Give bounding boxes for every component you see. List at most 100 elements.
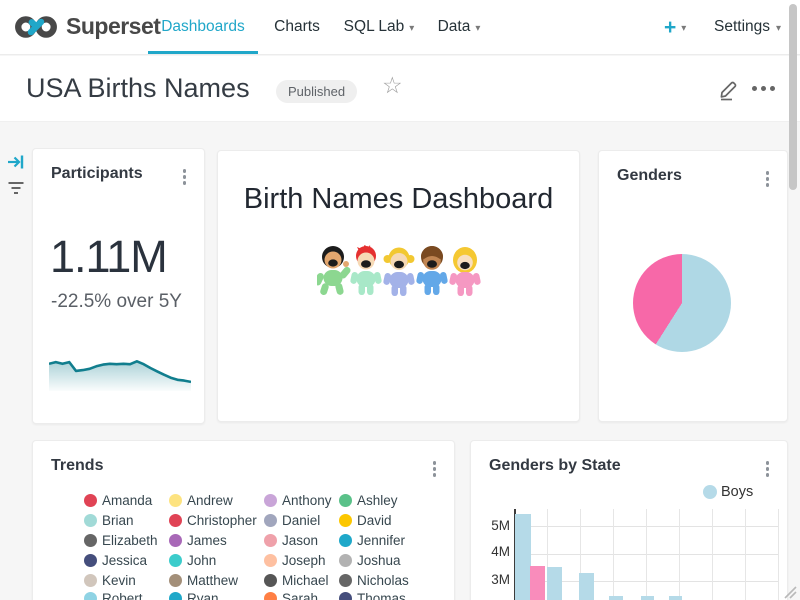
chart-kebab-menu-icon[interactable] (431, 459, 439, 479)
legend-item-elizabeth[interactable]: Elizabeth (84, 533, 158, 548)
legend-label: Brian (102, 513, 134, 528)
dashboard-title: USA Births Names (26, 73, 250, 104)
legend-item-joseph[interactable]: Joseph (264, 553, 326, 568)
legend-item-matthew[interactable]: Matthew (169, 573, 238, 588)
legend-item-brian[interactable]: Brian (84, 513, 134, 528)
gridline (745, 509, 746, 600)
superset-logo-icon (14, 14, 58, 40)
legend-dot (169, 574, 182, 587)
chart-title: Participants (51, 165, 143, 183)
legend-item-daniel[interactable]: Daniel (264, 513, 320, 528)
chart-title: Genders (617, 167, 682, 185)
bar-boys-5[interactable] (641, 596, 654, 600)
legend-item-john[interactable]: John (169, 553, 216, 568)
legend-label: Anthony (282, 493, 332, 508)
nav-tab-data[interactable]: Data ▾ (430, 0, 488, 54)
nav-tab-dashboards[interactable]: Dashboards (148, 0, 258, 54)
bar-boys-2[interactable] (547, 567, 562, 600)
chart-kebab-menu-icon[interactable] (764, 169, 772, 189)
legend-item-ashley[interactable]: Ashley (339, 493, 398, 508)
brand-name: Superset (66, 13, 160, 40)
legend-label: Nicholas (357, 573, 409, 588)
legend-dot (264, 592, 277, 600)
vertical-scrollbar[interactable] (789, 4, 797, 190)
legend-dot (84, 514, 97, 527)
legend-label: Michael (282, 573, 329, 588)
new-item-button[interactable]: + ▾ (664, 0, 686, 54)
nav-tab-charts[interactable]: Charts (264, 0, 330, 54)
legend-item-jason[interactable]: Jason (264, 533, 318, 548)
gridline (646, 509, 647, 600)
legend-dot (703, 485, 717, 499)
legend-item-ryan[interactable]: Ryan (169, 591, 219, 600)
published-badge[interactable]: Published (276, 80, 357, 103)
legend-item-nicholas[interactable]: Nicholas (339, 573, 409, 588)
chart-kebab-menu-icon[interactable] (764, 459, 772, 479)
expand-filter-bar-icon[interactable] (7, 153, 25, 171)
chart-title: Genders by State (489, 457, 621, 475)
bar-boys-4[interactable] (609, 596, 623, 600)
legend-label: Daniel (282, 513, 320, 528)
superset-dashboard-app: Superset Dashboards Charts SQL Lab ▾ Dat… (0, 0, 800, 600)
legend-item-boys[interactable]: Boys (703, 484, 753, 500)
bar-girls-1[interactable] (530, 566, 545, 600)
big-number-value: 1.11M (50, 231, 167, 283)
favorite-star-icon[interactable]: ☆ (382, 73, 403, 99)
legend-dot (84, 534, 97, 547)
legend-item-joshua[interactable]: Joshua (339, 553, 401, 568)
legend-dot (339, 494, 352, 507)
edit-pencil-icon[interactable] (716, 76, 742, 102)
filter-list-icon[interactable] (7, 179, 25, 197)
legend-label: Joseph (282, 553, 326, 568)
nav-tab-sql-lab[interactable]: SQL Lab ▾ (340, 0, 418, 54)
caret-down-icon: ▾ (409, 23, 414, 34)
nav-tab-label: Charts (274, 18, 320, 36)
bar-boys-6[interactable] (669, 596, 682, 600)
legend-label: Christopher (187, 513, 257, 528)
markdown-title: Birth Names Dashboard (218, 183, 579, 216)
y-axis-tick: 4M (479, 544, 510, 559)
trendline-sparkline (49, 345, 191, 396)
legend-item-michael[interactable]: Michael (264, 573, 329, 588)
legend-item-amanda[interactable]: Amanda (84, 493, 152, 508)
bar-boys-3[interactable] (579, 573, 594, 600)
legend-item-thomas[interactable]: Thomas (339, 591, 406, 600)
legend-label: Kevin (102, 573, 136, 588)
resize-handle-icon[interactable] (779, 581, 797, 599)
settings-menu[interactable]: Settings ▾ (714, 0, 781, 54)
legend-item-robert[interactable]: Robert (84, 591, 143, 600)
legend-dot (339, 554, 352, 567)
gridline (712, 509, 713, 600)
legend-dot (339, 592, 352, 600)
header-more-menu-icon[interactable] (752, 86, 775, 91)
legend-dot (84, 574, 97, 587)
legend-dot (339, 534, 352, 547)
legend-label: John (187, 553, 216, 568)
legend-dot (84, 494, 97, 507)
legend-item-anthony[interactable]: Anthony (264, 493, 332, 508)
legend-item-jessica[interactable]: Jessica (84, 553, 147, 568)
legend-label: David (357, 513, 392, 528)
legend-item-jennifer[interactable]: Jennifer (339, 533, 405, 548)
legend-item-david[interactable]: David (339, 513, 392, 528)
legend-dot (264, 514, 277, 527)
legend-label: Ryan (187, 591, 219, 600)
genders-pie-chart[interactable] (633, 254, 731, 352)
legend-item-sarah[interactable]: Sarah (264, 591, 318, 600)
bar-boys-0[interactable] (515, 514, 531, 600)
legend-label: Joshua (357, 553, 401, 568)
legend-label: Robert (102, 591, 143, 600)
legend-label: Andrew (187, 493, 233, 508)
legend-item-andrew[interactable]: Andrew (169, 493, 233, 508)
caret-down-icon: ▾ (776, 23, 781, 34)
gridline (679, 509, 680, 600)
legend-item-kevin[interactable]: Kevin (84, 573, 136, 588)
legend-item-christopher[interactable]: Christopher (169, 513, 257, 528)
legend-item-james[interactable]: James (169, 533, 227, 548)
superset-brand[interactable]: Superset (14, 13, 160, 40)
legend-label: Elizabeth (102, 533, 158, 548)
caret-down-icon: ▾ (475, 23, 480, 34)
chart-kebab-menu-icon[interactable] (181, 167, 189, 187)
legend-dot (169, 494, 182, 507)
nav-tab-label: Dashboards (161, 18, 245, 36)
